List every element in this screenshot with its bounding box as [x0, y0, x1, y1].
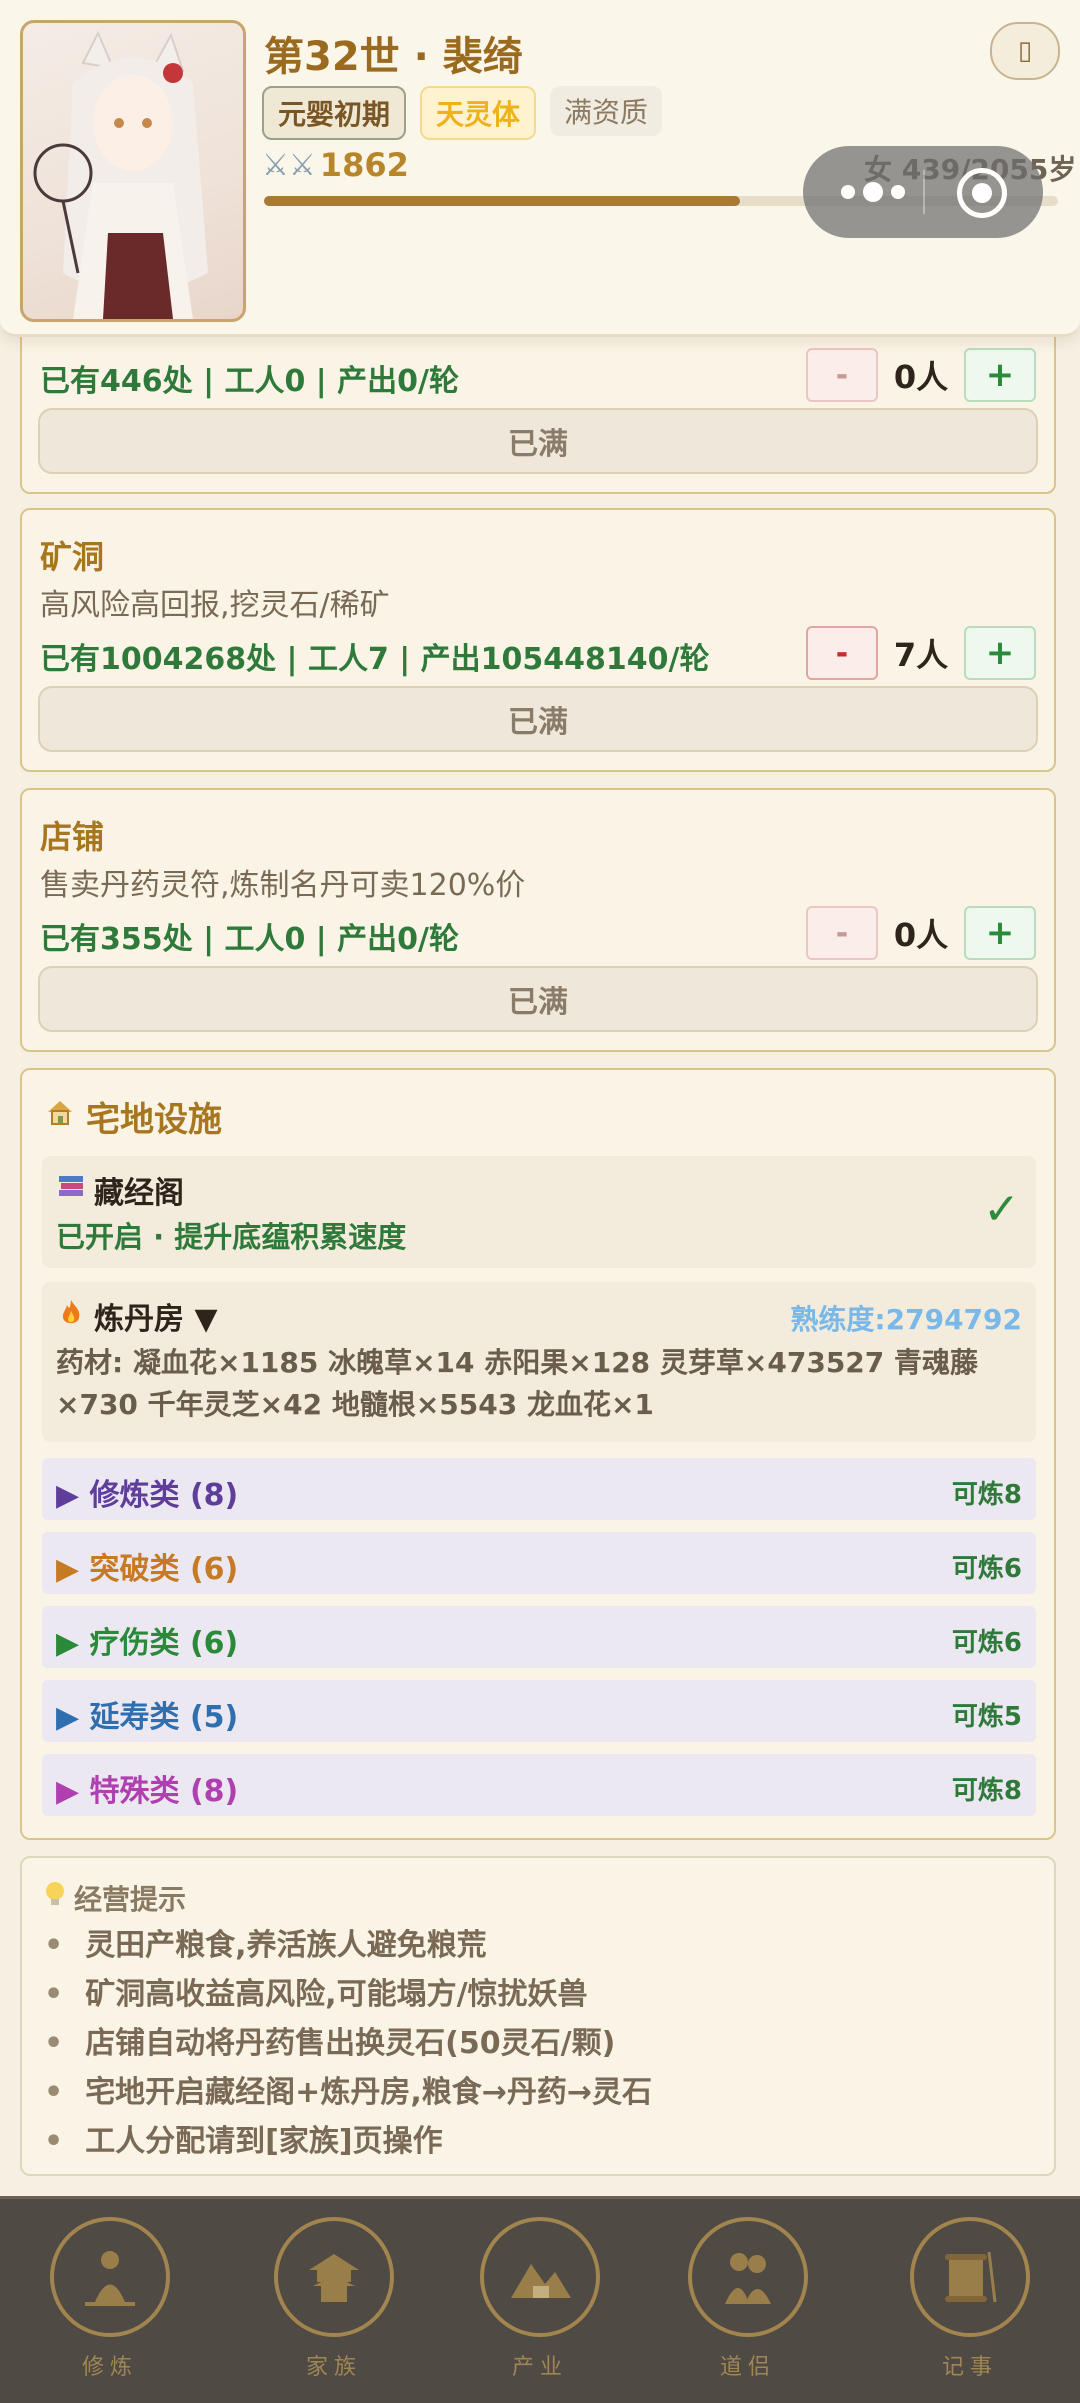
worker-count: 0人 [893, 358, 949, 396]
library-status: 已开启 · 提升底蕴积累速度 [56, 1220, 407, 1254]
tab-partner[interactable]: 道侣 [678, 2209, 818, 2395]
facilities-title: 宅地设施 [44, 1092, 222, 1141]
full-button[interactable]: 已满 [38, 408, 1038, 474]
industry-card-shop: 店铺 售卖丹药灵符,炼制名丹可卖120%价 已有355处 | 工人0 | 产出0… [20, 788, 1056, 1052]
mountains-icon [480, 2217, 600, 2337]
industry-stats: 已有1004268处 | 工人7 | 产出105448140/轮 [40, 642, 710, 677]
tab-family[interactable]: 家族 [264, 2209, 404, 2395]
house-icon [44, 1096, 76, 1137]
couple-icon [688, 2217, 808, 2337]
avatar[interactable] [20, 20, 246, 322]
tip-item: 宅地开启藏经阁+炼丹房,粮食→丹药→灵石 [44, 2067, 652, 2111]
crossed-swords-icon: ⚔⚔ [262, 147, 316, 183]
tab-industry[interactable]: 产业 [470, 2209, 610, 2395]
industry-desc: 售卖丹药灵符,炼制名丹可卖120%价 [40, 868, 526, 903]
plus-button[interactable]: + [964, 906, 1036, 960]
minus-button[interactable]: - [806, 348, 878, 402]
category-label: ▶ 特殊类 (8) [56, 1774, 239, 1809]
category-count: 可炼8 [951, 1480, 1022, 1510]
exp-bar-fill [264, 196, 741, 206]
tab-label: 家族 [305, 2355, 362, 2380]
industry-title: 店铺 [40, 818, 105, 856]
fire-icon [56, 1297, 86, 1335]
bottom-tab-bar: 修炼 家族 产业 道侣 记事 [0, 2196, 1080, 2403]
category-count: 可炼5 [951, 1702, 1022, 1732]
category-breakthrough[interactable]: ▶ 突破类 (6) 可炼6 [42, 1532, 1036, 1594]
realm-badge: 元婴初期 [262, 86, 407, 140]
pavilion-icon [274, 2217, 394, 2337]
minus-button[interactable]: - [806, 626, 878, 680]
books-icon [56, 1171, 86, 1209]
tips-title: 经营提示 [42, 1878, 186, 1918]
alchemy-panel: 炼丹房 ▼ 熟练度:2794792 药材: 凝血花×1185 冰魄草×14 赤阳… [42, 1282, 1036, 1442]
category-cultivation[interactable]: ▶ 修炼类 (8) 可炼8 [42, 1458, 1036, 1520]
check-icon: ✓ [983, 1184, 1020, 1235]
worker-count: 0人 [893, 916, 949, 954]
character-name: 第32世 · 裴绮 [264, 34, 523, 80]
tip-item: 灵田产粮食,养活族人避免粮荒 [44, 1920, 486, 1964]
category-longevity[interactable]: ▶ 延寿类 (5) 可炼5 [42, 1680, 1036, 1742]
tip-item: 工人分配请到[家族]页操作 [44, 2116, 442, 2160]
menu-button[interactable]: ▯ [990, 22, 1060, 80]
more-icon[interactable] [841, 168, 921, 216]
alchemy-title[interactable]: 炼丹房 ▼ [56, 1294, 218, 1338]
library-title: 藏经阁 [56, 1168, 184, 1212]
tips-card: 经营提示 灵田产粮食,养活族人避免粮荒 矿洞高收益高风险,可能塌方/惊扰妖兽 店… [20, 1856, 1056, 2176]
talent-badge: 满资质 [550, 86, 663, 136]
full-button[interactable]: 已满 [38, 686, 1038, 752]
minus-button[interactable]: - [806, 906, 878, 960]
tab-journal[interactable]: 记事 [900, 2209, 1040, 2395]
facilities-card: 宅地设施 藏经阁 已开启 · 提升底蕴积累速度 ✓ 炼丹房 ▼ 熟练度:2794… [20, 1068, 1056, 1840]
menu-icon: ▯ [1017, 36, 1033, 66]
category-label: ▶ 延寿类 (5) [56, 1700, 239, 1735]
tip-item: 店铺自动将丹药售出换灵石(50灵石/颗) [44, 2018, 615, 2062]
industry-stats: 已有355处 | 工人0 | 产出0/轮 [40, 922, 460, 957]
tab-label: 记事 [941, 2355, 998, 2380]
category-label: ▶ 修炼类 (8) [56, 1478, 239, 1513]
worker-stepper: - 7人 + [806, 626, 1036, 680]
badges: 元婴初期 天灵体 满资质 [262, 86, 663, 140]
category-special[interactable]: ▶ 特殊类 (8) 可炼8 [42, 1754, 1036, 1816]
industry-title: 矿洞 [40, 538, 105, 576]
proficiency: 熟练度:2794792 [790, 1303, 1022, 1336]
category-healing[interactable]: ▶ 疗伤类 (6) 可炼6 [42, 1606, 1036, 1668]
category-label: ▶ 突破类 (6) [56, 1552, 239, 1587]
plus-button[interactable]: + [964, 348, 1036, 402]
industry-stats: 已有446处 | 工人0 | 产出0/轮 [40, 364, 460, 399]
tab-label: 道侣 [719, 2355, 776, 2380]
materials-list: 药材: 凝血花×1185 冰魄草×14 赤阳果×128 灵芽草×473527 青… [56, 1346, 979, 1421]
tab-label: 产业 [511, 2355, 568, 2380]
tip-item: 矿洞高收益高风险,可能塌方/惊扰妖兽 [44, 1969, 587, 2013]
category-count: 可炼6 [951, 1554, 1022, 1584]
lightbulb-icon [42, 1880, 68, 1917]
category-count: 可炼6 [951, 1628, 1022, 1658]
tab-cultivation[interactable]: 修炼 [40, 2209, 180, 2395]
plus-button[interactable]: + [964, 626, 1036, 680]
category-label: ▶ 疗伤类 (6) [56, 1626, 239, 1661]
worker-count: 7人 [893, 636, 949, 674]
worker-stepper: - 0人 + [806, 906, 1036, 960]
tab-label: 修炼 [81, 2355, 138, 2380]
close-target-icon[interactable] [957, 168, 1007, 218]
industry-desc: 高风险高回报,挖灵石/稀矿 [40, 588, 390, 623]
worker-stepper: - 0人 + [806, 348, 1036, 402]
full-button[interactable]: 已满 [38, 966, 1038, 1032]
category-count: 可炼8 [951, 1776, 1022, 1806]
meditation-icon [50, 2217, 170, 2337]
industry-card-mine: 矿洞 高风险高回报,挖灵石/稀矿 已有1004268处 | 工人7 | 产出10… [20, 508, 1056, 772]
library-panel[interactable]: 藏经阁 已开启 · 提升底蕴积累速度 ✓ [42, 1156, 1036, 1268]
miniprogram-capsule [803, 146, 1043, 238]
scroll-icon [910, 2217, 1030, 2337]
combat-power: ⚔⚔ 1862 [262, 146, 409, 184]
physique-badge: 天灵体 [420, 86, 537, 140]
